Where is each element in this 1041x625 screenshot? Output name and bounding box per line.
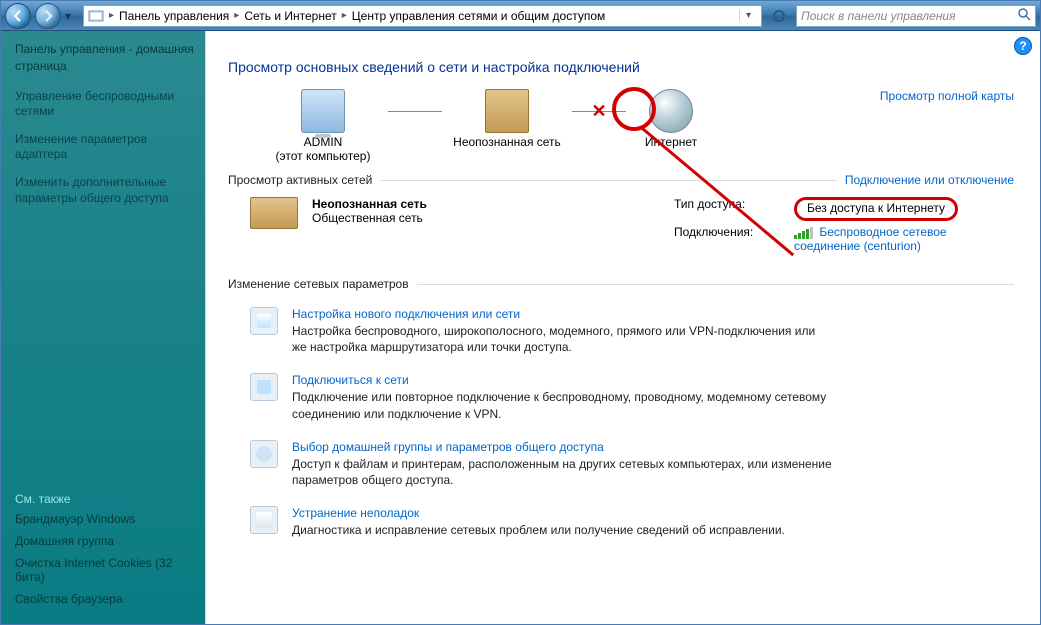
- connection-link[interactable]: Беспроводное сетевое соединение (centuri…: [794, 225, 947, 253]
- sidebar-link-sharing[interactable]: Изменить дополнительные параметры общего…: [15, 175, 197, 206]
- full-map-link-wrap: Просмотр полной карты: [880, 89, 1014, 103]
- homegroup-icon: [250, 440, 278, 468]
- active-network-row: Неопознанная сеть Общественная сеть Тип …: [228, 193, 1014, 257]
- active-network-type[interactable]: Общественная сеть: [312, 211, 552, 225]
- setting-title: Подключиться к сети: [292, 373, 832, 387]
- chevron-right-icon: ▸: [106, 10, 117, 21]
- broken-x-icon: ✕: [591, 101, 606, 122]
- search-placeholder: Поиск в панели управления: [801, 9, 956, 23]
- setting-connect-network[interactable]: Подключиться к сети Подключение или повт…: [228, 363, 1014, 429]
- map-connector: [388, 111, 442, 112]
- connect-icon: [250, 373, 278, 401]
- access-type-value: Без доступа к Интернету: [794, 197, 958, 221]
- full-map-link[interactable]: Просмотр полной карты: [880, 89, 1014, 103]
- network-type-icon: [250, 197, 298, 253]
- breadcrumb-dropdown[interactable]: ▾: [739, 10, 757, 21]
- chevron-right-icon: ▸: [339, 10, 350, 21]
- settings-header: Изменение сетевых параметров: [228, 277, 1014, 291]
- see-also-homegroup[interactable]: Домашняя группа: [15, 534, 197, 548]
- troubleshoot-icon: [250, 506, 278, 534]
- refresh-button[interactable]: [768, 5, 790, 27]
- map-node-this-pc[interactable]: ADMIN (этот компьютер): [258, 89, 388, 163]
- connect-disconnect-link[interactable]: Подключение или отключение: [845, 173, 1014, 187]
- access-type-label: Тип доступа:: [674, 197, 794, 221]
- sidebar: Панель управления - домашняя страница Уп…: [1, 31, 206, 624]
- setting-title: Устранение неполадок: [292, 506, 785, 520]
- setting-troubleshoot[interactable]: Устранение неполадок Диагностика и испра…: [228, 496, 1014, 546]
- setting-desc: Настройка беспроводного, широкополосного…: [292, 323, 832, 355]
- annotation-circle: [612, 87, 656, 131]
- bench-icon: [485, 89, 529, 133]
- setting-desc: Доступ к файлам и принтерам, расположенн…: [292, 456, 832, 488]
- help-button[interactable]: ?: [1014, 37, 1032, 55]
- breadcrumb-item[interactable]: Панель управления: [119, 9, 229, 23]
- see-also-firewall[interactable]: Брандмауэр Windows: [15, 512, 197, 526]
- search-icon[interactable]: [1017, 7, 1031, 24]
- page-title: Просмотр основных сведений о сети и наст…: [228, 59, 1014, 75]
- sidebar-link-wireless[interactable]: Управление беспроводными сетями: [15, 89, 197, 120]
- breadcrumb[interactable]: ▸ Панель управления ▸ Сеть и Интернет ▸ …: [83, 5, 762, 27]
- forward-button[interactable]: [35, 3, 61, 29]
- search-input[interactable]: Поиск в панели управления: [796, 5, 1036, 27]
- sidebar-link-adapter[interactable]: Изменение параметров адаптера: [15, 132, 197, 163]
- see-also-cookies[interactable]: Очистка Internet Cookies (32 бита): [15, 556, 197, 584]
- content-area: ? Просмотр основных сведений о сети и на…: [206, 31, 1040, 624]
- section-header-text: Изменение сетевых параметров: [228, 277, 409, 291]
- setting-homegroup[interactable]: Выбор домашней группы и параметров общег…: [228, 430, 1014, 496]
- computer-icon: [301, 89, 345, 133]
- setting-title: Настройка нового подключения или сети: [292, 307, 832, 321]
- setting-desc: Подключение или повторное подключение к …: [292, 389, 832, 421]
- map-node-sublabel: (этот компьютер): [258, 149, 388, 163]
- setting-title: Выбор домашней группы и параметров общег…: [292, 440, 832, 454]
- chevron-right-icon: ▸: [231, 10, 242, 21]
- signal-bars-icon: [794, 227, 813, 239]
- setting-new-connection[interactable]: Настройка нового подключения или сети На…: [228, 297, 1014, 363]
- breadcrumb-item[interactable]: Сеть и Интернет: [244, 9, 336, 23]
- breadcrumb-icon: [88, 8, 104, 24]
- control-panel-window: ▾ ▸ Панель управления ▸ Сеть и Интернет …: [0, 0, 1041, 625]
- back-button[interactable]: [5, 3, 31, 29]
- sidebar-see-also-header: См. также: [15, 492, 197, 506]
- active-networks-header: Просмотр активных сетей Подключение или …: [228, 173, 1014, 187]
- map-node-label: Интернет: [626, 135, 716, 149]
- sidebar-home-link[interactable]: Панель управления - домашняя страница: [15, 41, 197, 75]
- map-node-label: Неопознанная сеть: [442, 135, 572, 149]
- active-network-name[interactable]: Неопознанная сеть: [312, 197, 427, 211]
- breadcrumb-item[interactable]: Центр управления сетями и общим доступом: [352, 9, 606, 23]
- section-header-text: Просмотр активных сетей: [228, 173, 372, 187]
- toolbar: ▾ ▸ Панель управления ▸ Сеть и Интернет …: [1, 1, 1040, 31]
- map-node-network[interactable]: Неопознанная сеть: [442, 89, 572, 149]
- nav-history-dropdown[interactable]: ▾: [65, 9, 79, 23]
- see-also-browser[interactable]: Свойства браузера: [15, 592, 197, 606]
- setting-desc: Диагностика и исправление сетевых пробле…: [292, 522, 785, 538]
- wizard-icon: [250, 307, 278, 335]
- network-map: ADMIN (этот компьютер) Неопознанная сеть…: [228, 89, 1014, 163]
